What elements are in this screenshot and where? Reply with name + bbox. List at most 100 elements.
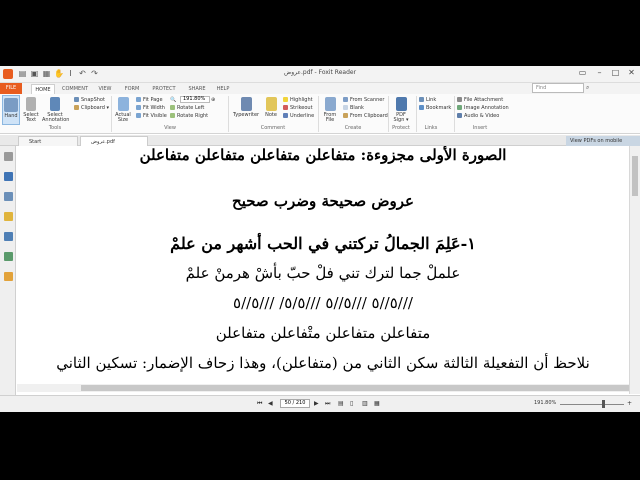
separator — [228, 96, 229, 132]
app-window: ▤ ▣ ▦ ✋ Ι ↶ ↷ عروض.pdf - Foxit Reader ▭ … — [0, 66, 640, 412]
status-bar: ⏮ ◀ 50 / 210 ▶ ⏭ ▤ ▯ ▥ ▦ 191.80% + — [0, 395, 640, 412]
audio-video-label: Audio & Video — [464, 113, 500, 119]
group-links: Links — [424, 125, 438, 131]
tab-file[interactable]: FILE — [0, 83, 22, 94]
group-create: Create — [344, 125, 362, 131]
strikeout-label: Strikeout — [290, 105, 313, 111]
from-scanner-button[interactable]: From Scanner — [343, 97, 384, 103]
actual-size-button[interactable]: Actual Size — [114, 97, 132, 123]
continuous-icon[interactable]: ▥ — [362, 400, 368, 407]
highlight-button[interactable]: Highlight — [283, 97, 313, 103]
clipboard-icon — [74, 105, 79, 110]
ribbon-home: Hand Select Text Select Annotation SnapS… — [0, 94, 640, 134]
last-page-icon[interactable]: ⏭ — [325, 400, 330, 408]
comments-panel-icon[interactable] — [4, 212, 13, 221]
fit-visible-button[interactable]: Fit Visible — [136, 113, 167, 119]
zoom-in-status-icon[interactable]: + — [627, 400, 632, 407]
document-page: الصورة الأولى مجزوءة: متفاعلن متفاعلن مت… — [17, 146, 629, 394]
page-number-input[interactable]: 50 / 210 — [280, 399, 310, 408]
previous-page-icon[interactable]: ◀ — [268, 400, 273, 407]
close-icon[interactable]: ✕ — [624, 66, 639, 80]
panel-toggle-icon[interactable] — [4, 152, 13, 161]
horizontal-scroll-thumb[interactable] — [81, 385, 629, 391]
tab-start[interactable]: Start — [18, 136, 78, 146]
fit-width-label: Fit Width — [143, 105, 165, 111]
pdf-sign-button[interactable]: PDF Sign ▾ — [391, 97, 411, 123]
layers-panel-icon[interactable] — [4, 232, 13, 241]
tab-view[interactable]: VIEW — [96, 84, 114, 94]
link-button[interactable]: Link — [419, 97, 436, 103]
zoom-slider[interactable] — [560, 404, 624, 405]
pdf-sign-icon — [395, 97, 407, 111]
ribbon-toggle-icon[interactable]: ▭ — [575, 66, 590, 80]
tab-share[interactable]: SHARE — [186, 84, 208, 94]
tab-document[interactable]: عروض.pdf — [80, 136, 148, 146]
vertical-scrollbar[interactable] — [629, 146, 640, 394]
hand-icon — [4, 98, 18, 112]
separator — [318, 96, 319, 132]
single-page-icon[interactable]: ▯ — [350, 400, 353, 407]
doc-line-4: علملْ جما لترك تني فلْ حبّ بأشْ هرمنْ عل… — [185, 264, 461, 282]
from-file-label-2: File — [325, 117, 335, 123]
horizontal-scrollbar[interactable] — [17, 384, 629, 392]
strikeout-button[interactable]: Strikeout — [283, 105, 313, 111]
note-button[interactable]: Note — [262, 97, 280, 118]
audio-video-button[interactable]: Audio & Video — [457, 113, 499, 119]
separator — [454, 96, 455, 132]
mobile-promo-banner[interactable]: View PDFs on mobile devices — [566, 136, 640, 154]
doc-line-7: نلاحظ أن التفعيلة الثالثة سكن الثاني من … — [56, 354, 590, 372]
select-text-icon — [26, 97, 36, 111]
doc-line-2: عروض صحيحة وضرب صحيح — [232, 192, 414, 210]
bookmarks-panel-icon[interactable] — [4, 172, 13, 181]
next-page-icon[interactable]: ▶ — [314, 400, 319, 407]
from-clipboard-button[interactable]: From Clipboard — [343, 113, 388, 119]
typewriter-label: Typewriter — [233, 112, 260, 118]
snapshot-button[interactable]: SnapShot — [74, 97, 105, 103]
maximize-icon[interactable]: □ — [608, 66, 623, 80]
tab-form[interactable]: FORM — [122, 84, 142, 94]
from-file-button[interactable]: From File — [321, 97, 339, 123]
tab-protect[interactable]: PROTECT — [149, 84, 179, 94]
underline-label: Underline — [290, 113, 315, 119]
security-panel-icon[interactable] — [4, 272, 13, 281]
file-attachment-button[interactable]: File Attachment — [457, 97, 503, 103]
fit-visible-label: Fit Visible — [143, 113, 167, 119]
blank-label: Blank — [350, 105, 364, 111]
fit-width-button[interactable]: Fit Width — [136, 105, 165, 111]
find-input[interactable]: Find — [532, 83, 584, 93]
select-text-button[interactable]: Select Text — [22, 97, 40, 123]
two-page-icon[interactable]: ▤ — [338, 400, 344, 407]
rotate-right-button[interactable]: Rotate Right — [170, 113, 208, 119]
typewriter-icon — [240, 97, 252, 111]
blank-button[interactable]: Blank — [343, 105, 364, 111]
vertical-scroll-thumb[interactable] — [632, 156, 638, 196]
minimize-icon[interactable]: – — [592, 66, 607, 80]
separator — [416, 96, 417, 132]
zoom-icon[interactable]: 🔍 — [170, 97, 176, 103]
attachments-panel-icon[interactable] — [4, 252, 13, 261]
first-page-icon[interactable]: ⏮ — [257, 400, 262, 408]
file-attachment-label: File Attachment — [464, 97, 504, 103]
image-annotation-button[interactable]: Image Annotation — [457, 105, 509, 111]
tab-comment[interactable]: COMMENT — [60, 84, 90, 94]
tab-home[interactable]: HOME — [31, 84, 55, 94]
from-clipboard-icon — [343, 113, 348, 118]
typewriter-button[interactable]: Typewriter — [233, 97, 259, 118]
bookmark-button[interactable]: Bookmark — [419, 105, 451, 111]
tab-help[interactable]: HELP — [214, 84, 232, 94]
search-icon[interactable]: ⌕ — [586, 84, 589, 92]
doc-line-5: ///٥//٥ ///٥//٥ ///٥/٥/ ///٥//٥ — [233, 294, 413, 312]
hand-button[interactable]: Hand — [2, 95, 20, 125]
pages-panel-icon[interactable] — [4, 192, 13, 201]
zoom-slider-knob[interactable] — [602, 400, 605, 408]
image-icon — [457, 105, 462, 110]
rotate-left-button[interactable]: Rotate Left — [170, 105, 204, 111]
underline-button[interactable]: Underline — [283, 113, 314, 119]
select-text-label-2: Text — [25, 117, 37, 123]
zoom-input[interactable]: 191.80% — [180, 96, 210, 103]
select-annotation-button[interactable]: Select Annotation — [42, 97, 69, 123]
facing-icon[interactable]: ▦ — [374, 400, 380, 407]
fit-page-button[interactable]: Fit Page — [136, 97, 163, 103]
zoom-in-icon[interactable]: ⊕ — [211, 97, 215, 103]
clipboard-button[interactable]: Clipboard ▾ — [74, 105, 109, 111]
